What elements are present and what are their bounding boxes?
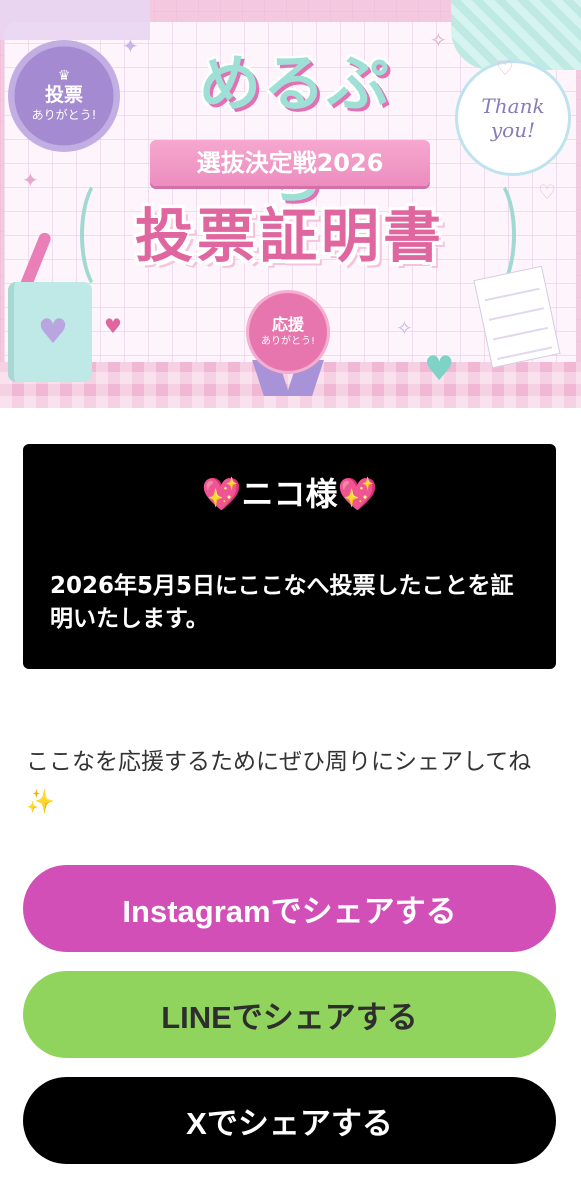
medal-line2: ありがとう! <box>260 336 315 347</box>
line-share-button[interactable]: LINEでシェアする <box>23 971 556 1058</box>
certificate-card: 💖ニコ様💖 2026年5月5日にここなへ投票したことを証明いたします。 <box>23 444 556 669</box>
banner-subtitle: 選抜決定戦2026 <box>150 140 430 186</box>
seal-line1: 投票 <box>44 84 83 106</box>
thanks-line2: you! <box>490 118 536 142</box>
notebook-icon: ♥ <box>8 282 92 382</box>
seal-line2: ありがとう! <box>31 108 97 122</box>
vote-thanks-seal: ♛ 投票 ありがとう! <box>8 40 120 152</box>
share-prompt: ここなを応援するためにぜひ周りにシェアしてね✨ <box>26 749 532 815</box>
crown-icon: ♛ <box>57 68 71 84</box>
instagram-share-button[interactable]: Instagramでシェアする <box>23 865 556 952</box>
heart-icon: ♥ <box>104 314 122 338</box>
sparkle-icon: ✦ <box>122 34 139 58</box>
certificate-banner: ♛ 投票 ありがとう! めるぷち 選抜決定戦2026 投票証明書 Thank y… <box>0 0 581 408</box>
logo: めるぷち <box>198 47 391 212</box>
heart-icon: ♥ <box>424 349 455 389</box>
heart-icon: ♥ <box>37 312 69 352</box>
support-medal: 応援 ありがとう! <box>246 290 330 374</box>
medal-line1: 応援 <box>271 315 304 334</box>
x-share-button[interactable]: Xでシェアする <box>23 1077 556 1164</box>
thanks-line1: Thank <box>481 94 545 118</box>
sparkle-icon: ✧ <box>430 28 447 52</box>
heart-icon: ♡ <box>538 180 556 204</box>
recipient-name: 💖ニコ様💖 <box>201 475 378 513</box>
sparkle-icon: ✦ <box>22 168 39 192</box>
sparkle-icon: ✧ <box>396 316 413 340</box>
heart-icon: ♡ <box>496 56 514 80</box>
banner-title: 投票証明書 <box>134 202 445 270</box>
certificate-text: 2026年5月5日にここなへ投票したことを証明いたします。 <box>50 573 514 632</box>
